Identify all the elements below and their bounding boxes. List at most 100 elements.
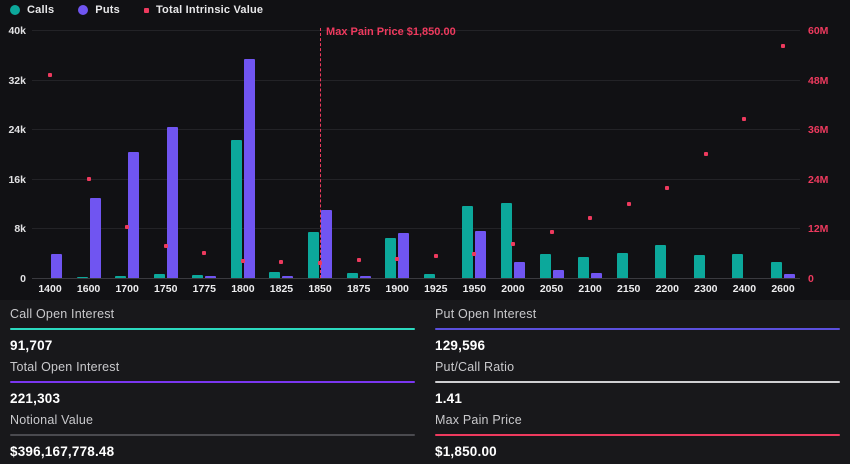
- stat-value: $1,850.00: [435, 444, 497, 459]
- intrinsic-dot-1900[interactable]: [395, 256, 400, 261]
- call-bar-1600[interactable]: [76, 277, 88, 278]
- stats-grid: Call Open Interest 91,707 Put Open Inter…: [0, 300, 850, 464]
- call-bar-1950[interactable]: [462, 206, 474, 278]
- put-bar-1900[interactable]: [398, 233, 410, 278]
- put-bar-2600[interactable]: [784, 274, 795, 278]
- call-bar-2400[interactable]: [732, 254, 744, 278]
- stat-label: Put/Call Ratio: [435, 360, 515, 374]
- call-bar-2150[interactable]: [616, 253, 628, 278]
- stat-underline: [10, 434, 415, 436]
- x-axis-label-1875: 1875: [346, 283, 371, 295]
- x-axis-label-1750: 1750: [154, 283, 178, 295]
- put-bar-1850[interactable]: [321, 210, 333, 278]
- stat-put-open-interest: Put Open Interest 129,596: [435, 304, 840, 357]
- intrinsic-dot-1400[interactable]: [48, 73, 52, 78]
- legend-item-total-intrinsic-value[interactable]: Total Intrinsic Value: [143, 4, 264, 16]
- put-bar-1825[interactable]: [282, 276, 294, 278]
- call-bar-2200[interactable]: [655, 245, 667, 278]
- intrinsic-dot-2050[interactable]: [549, 229, 554, 234]
- legend-item-calls[interactable]: Calls: [10, 4, 54, 16]
- gridline: [32, 178, 800, 180]
- stat-value: 91,707: [10, 338, 53, 353]
- intrinsic-dot-2600[interactable]: [781, 43, 785, 48]
- put-bar-2000[interactable]: [513, 262, 525, 278]
- call-bar-1875[interactable]: [346, 273, 358, 278]
- put-bar-1875[interactable]: [359, 276, 371, 278]
- call-bar-1775[interactable]: [192, 275, 204, 278]
- x-axis-label-2050: 2050: [539, 283, 564, 295]
- intrinsic-dot-1750[interactable]: [163, 243, 168, 248]
- legend-item-label: Total Intrinsic Value: [155, 4, 264, 16]
- put-bar-1600[interactable]: [89, 198, 101, 278]
- put-bar-1800[interactable]: [243, 59, 255, 278]
- y-axis-tick-right: 12M: [808, 223, 829, 236]
- call-bar-1750[interactable]: [153, 274, 165, 278]
- x-axis-label-1700: 1700: [115, 283, 139, 295]
- gridline: [32, 129, 800, 131]
- x-axis-label-1775: 1775: [192, 283, 216, 295]
- stat-underline: [10, 381, 415, 383]
- intrinsic-dot-2100[interactable]: [588, 215, 593, 220]
- put-bar-1700[interactable]: [128, 152, 140, 278]
- intrinsic-dot-1825[interactable]: [279, 259, 284, 264]
- put-bar-1750[interactable]: [166, 127, 178, 278]
- call-bar-2100[interactable]: [578, 257, 590, 278]
- stat-underline: [435, 434, 840, 436]
- x-axis-label-1850: 1850: [308, 283, 332, 295]
- call-bar-2000[interactable]: [500, 203, 512, 278]
- intrinsic-dot-1775[interactable]: [202, 251, 207, 256]
- put-bar-2100[interactable]: [591, 273, 603, 278]
- call-bar-2300[interactable]: [693, 255, 705, 278]
- call-bar-1800[interactable]: [230, 140, 242, 278]
- x-axis-label-1800: 1800: [231, 283, 255, 295]
- x-axis-label-2000: 2000: [501, 283, 525, 295]
- intrinsic-dot-2150[interactable]: [626, 201, 631, 206]
- stat-underline: [435, 381, 840, 383]
- intrinsic-dot-2200[interactable]: [665, 185, 670, 190]
- put-bar-1950[interactable]: [475, 231, 487, 278]
- y-axis-tick-left: 40k: [8, 25, 26, 37]
- oi-chart: Calls Puts Total Intrinsic Value 0 0 8k 12M 16…: [0, 0, 850, 300]
- put-bar-1400[interactable]: [51, 254, 62, 278]
- put-bar-1775[interactable]: [205, 276, 217, 278]
- stat-max-pain-price: Max Pain Price $1,850.00: [435, 410, 840, 463]
- x-axis-label-2150: 2150: [616, 283, 641, 295]
- intrinsic-dot-1600[interactable]: [86, 177, 91, 182]
- stat-put-call-ratio: Put/Call Ratio 1.41: [435, 357, 840, 410]
- intrinsic-dot-1800[interactable]: [240, 259, 245, 264]
- call-bar-1850[interactable]: [308, 232, 320, 278]
- legend-item-puts[interactable]: Puts: [78, 4, 120, 16]
- y-axis-tick-right: 60M: [808, 25, 829, 37]
- x-axis-label-1950: 1950: [462, 283, 487, 295]
- intrinsic-dot-1925[interactable]: [433, 253, 438, 258]
- intrinsic-dot-2000[interactable]: [510, 242, 515, 247]
- call-bar-1825[interactable]: [269, 272, 281, 278]
- intrinsic-dot-1700[interactable]: [125, 225, 130, 230]
- legend-item-label: Calls: [27, 4, 55, 16]
- stat-value: 129,596: [435, 338, 486, 353]
- stat-notional-value: Notional Value $396,167,778.48: [10, 410, 415, 463]
- x-axis-label-1825: 1825: [269, 283, 294, 295]
- legend-dot-icon: [10, 5, 20, 15]
- stat-total-open-interest: Total Open Interest 221,303: [10, 357, 415, 410]
- stat-value: $396,167,778.48: [10, 444, 115, 459]
- intrinsic-dot-2300[interactable]: [703, 152, 708, 157]
- call-bar-2050[interactable]: [539, 254, 551, 278]
- legend-square-icon: [143, 7, 149, 13]
- stat-label: Put Open Interest: [435, 307, 537, 321]
- stat-value: 1.41: [435, 391, 463, 406]
- stat-underline: [435, 328, 840, 330]
- call-bar-1925[interactable]: [423, 274, 435, 278]
- y-axis-tick-right: 48M: [808, 74, 829, 87]
- intrinsic-dot-2400[interactable]: [742, 116, 747, 121]
- call-bar-1700[interactable]: [115, 276, 127, 278]
- y-axis-tick-right: 0: [808, 273, 814, 285]
- intrinsic-dot-1875[interactable]: [356, 257, 361, 262]
- stat-label: Total Open Interest: [10, 360, 120, 374]
- stat-value: 221,303: [10, 391, 61, 406]
- put-bar-2050[interactable]: [552, 270, 564, 278]
- intrinsic-dot-1950[interactable]: [472, 251, 477, 256]
- call-bar-2600[interactable]: [771, 262, 782, 278]
- y-axis-tick-right: 36M: [808, 124, 829, 137]
- legend-item-label: Puts: [95, 4, 120, 16]
